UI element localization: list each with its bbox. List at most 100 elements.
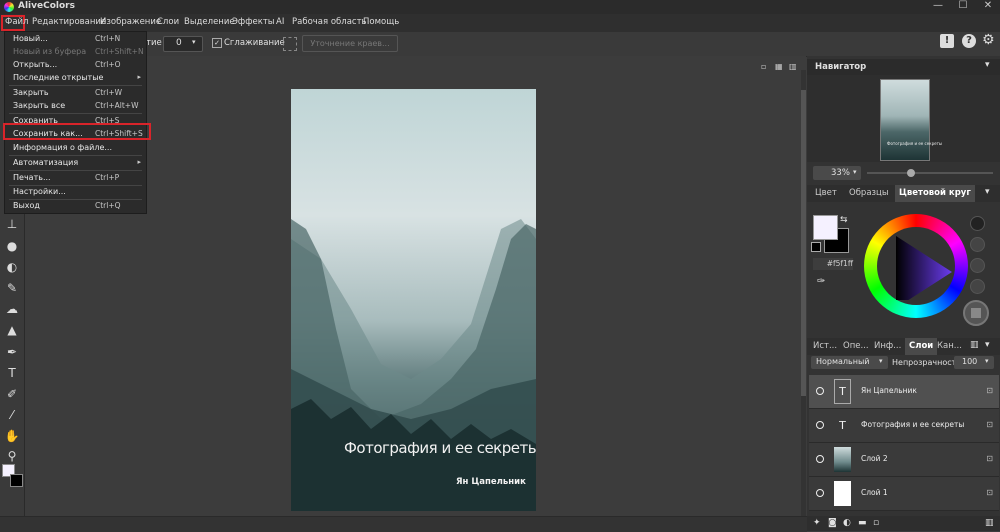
color-preview-button[interactable] xyxy=(963,300,989,326)
menu-item-file-info[interactable]: Информация о файле... xyxy=(5,142,146,155)
pen-tool-icon[interactable]: ✒ xyxy=(3,344,21,360)
chevron-down-icon[interactable]: ▾ xyxy=(985,340,990,350)
menu-workspace[interactable]: Рабочая область xyxy=(292,17,367,27)
scrollbar-thumb[interactable] xyxy=(801,90,806,396)
help-icon[interactable]: ? xyxy=(962,34,976,48)
menu-ai[interactable]: AI xyxy=(276,17,284,27)
menu-edit[interactable]: Редактирование xyxy=(32,17,106,27)
options-bar: тие 0 ▾ ✓ Сглаживание Уточнение краев...… xyxy=(0,32,1000,57)
menu-select[interactable]: Выделение xyxy=(184,17,235,27)
visibility-eye-icon[interactable] xyxy=(816,489,824,497)
feedback-icon[interactable]: ! xyxy=(940,34,954,48)
menu-help[interactable]: Помощь xyxy=(363,17,399,27)
stamp-tool-icon[interactable]: ⊥ xyxy=(3,216,21,232)
grid-view-icon[interactable]: ▦ xyxy=(775,62,783,71)
menu-item-exit[interactable]: Выход Ctrl+Q xyxy=(5,200,146,213)
visibility-eye-icon[interactable] xyxy=(816,455,824,463)
layer-row[interactable]: T Ян Цапельник ⊡ xyxy=(809,375,999,409)
menu-file[interactable]: Файл xyxy=(5,17,28,27)
chevron-down-icon[interactable]: ▾ xyxy=(985,187,990,197)
wheel-mode-icon[interactable] xyxy=(970,258,985,273)
menu-layers[interactable]: Слои xyxy=(157,17,179,27)
menu-item-close[interactable]: Закрыть Ctrl+W xyxy=(5,87,146,100)
navigator-header: Навигатор ▾ xyxy=(807,59,1000,75)
path-tool-icon[interactable]: ✐ xyxy=(3,386,21,402)
zoom-select[interactable]: 33% ▾ xyxy=(813,166,861,180)
title-bar: AliveColors — ☐ ✕ xyxy=(0,0,1000,14)
menu-item-new[interactable]: Новый... Ctrl+N xyxy=(5,33,146,46)
blur-tool-icon[interactable]: ◐ xyxy=(3,259,21,275)
minimize-button[interactable]: — xyxy=(926,0,950,14)
tab-info[interactable]: Инф... xyxy=(870,338,905,355)
wheel-mode-icon[interactable] xyxy=(970,237,985,252)
tab-swatches[interactable]: Образцы xyxy=(845,185,893,202)
trash-icon[interactable]: ▥ xyxy=(985,518,994,528)
refine-edges-button[interactable]: Уточнение краев... xyxy=(302,35,398,52)
layer-row[interactable]: Слой 2 ⊡ xyxy=(809,443,999,477)
maximize-button[interactable]: ☐ xyxy=(951,0,975,14)
vertical-scrollbar[interactable] xyxy=(801,70,806,516)
foreground-color-swatch[interactable] xyxy=(813,215,838,240)
folder-icon[interactable]: ▬ xyxy=(858,518,867,528)
swap-colors-icon[interactable]: ⇆ xyxy=(840,215,848,225)
menu-item-settings[interactable]: Настройки... xyxy=(5,186,146,199)
wheel-mode-icon[interactable] xyxy=(970,279,985,294)
opacity-field[interactable]: 100 ▾ xyxy=(954,356,994,369)
adjustment-icon[interactable]: ◐ xyxy=(843,518,851,528)
menu-item-print[interactable]: Печать... Ctrl+P xyxy=(5,172,146,185)
menu-item-close-all[interactable]: Закрыть все Ctrl+Alt+W xyxy=(5,100,146,113)
lock-icon[interactable]: ⊡ xyxy=(986,386,993,395)
effects-icon[interactable]: ✦ xyxy=(813,518,821,528)
menu-item-open[interactable]: Открыть... Ctrl+O xyxy=(5,59,146,72)
text-tool-icon[interactable]: T xyxy=(3,365,21,381)
zoom-slider-handle[interactable] xyxy=(907,169,915,177)
opacity-label: Непрозрачность xyxy=(892,358,961,367)
menu-item-new-from-clipboard[interactable]: Новый из буфера Ctrl+Shift+N xyxy=(5,46,146,59)
wheel-mode-icon[interactable] xyxy=(970,216,985,231)
gear-icon[interactable]: ⚙ xyxy=(982,32,995,48)
blend-mode-select[interactable]: Нормальный ▾ xyxy=(811,356,888,369)
eyedropper-tool-icon[interactable]: ⁄ xyxy=(3,407,21,423)
tab-color[interactable]: Цвет xyxy=(811,185,841,202)
lock-icon[interactable]: ⊡ xyxy=(986,454,993,463)
tab-history[interactable]: Ист... xyxy=(809,338,841,355)
background-color-swatch[interactable] xyxy=(10,474,23,487)
zoom-tool-icon[interactable]: ⚲ xyxy=(3,448,21,464)
split-view-icon[interactable]: ▥ xyxy=(789,62,797,71)
color-triangle[interactable] xyxy=(884,232,952,300)
brush-tool-icon[interactable]: ✎ xyxy=(3,280,21,296)
close-button[interactable]: ✕ xyxy=(976,0,1000,14)
color-wheel[interactable] xyxy=(864,214,968,318)
eyedropper-icon[interactable]: ✑ xyxy=(817,276,825,287)
reset-colors-icon[interactable] xyxy=(811,242,821,252)
trash-icon[interactable]: ▥ xyxy=(970,340,979,350)
tab-color-wheel[interactable]: Цветовой круг xyxy=(895,185,975,202)
antialias-checkbox[interactable]: ✓ xyxy=(212,38,222,48)
fit-view-icon[interactable]: ▫ xyxy=(761,62,766,71)
tab-operations[interactable]: Опе... xyxy=(839,338,873,355)
smudge-tool-icon[interactable]: ☁ xyxy=(3,301,21,317)
fill-tool-icon[interactable]: ▲ xyxy=(3,322,21,338)
menu-effects[interactable]: Эффекты xyxy=(232,17,275,27)
selection-mode-icon[interactable] xyxy=(283,37,297,51)
lock-icon[interactable]: ⊡ xyxy=(986,488,993,497)
menu-image[interactable]: Изображение xyxy=(100,17,161,27)
hex-field[interactable]: #f5f1ff xyxy=(813,258,853,270)
chevron-down-icon[interactable]: ▾ xyxy=(985,60,990,70)
tab-channels[interactable]: Кан... xyxy=(933,338,966,355)
layer-row[interactable]: T Фотография и ее секреты ⊡ xyxy=(809,409,999,443)
visibility-eye-icon[interactable] xyxy=(816,421,824,429)
tolerance-select[interactable]: 0 ▾ xyxy=(163,36,203,52)
menu-item-automation[interactable]: Автоматизация ▸ xyxy=(5,157,146,170)
menu-item-recent[interactable]: Последние открытые ▸ xyxy=(5,72,146,85)
drop-tool-icon[interactable]: ● xyxy=(3,238,21,254)
navigator-thumbnail[interactable]: Фотография и ее секреты xyxy=(880,79,942,161)
lock-icon[interactable]: ⊡ xyxy=(986,420,993,429)
visibility-eye-icon[interactable] xyxy=(816,387,824,395)
hand-tool-icon[interactable]: ✋ xyxy=(3,428,21,444)
mask-icon[interactable]: ◙ xyxy=(828,518,837,528)
document-canvas[interactable]: Фотография и ее секреты Ян Цапельник xyxy=(291,89,536,511)
new-layer-icon[interactable]: ▫ xyxy=(873,518,879,528)
layer-row[interactable]: Слой 1 ⊡ xyxy=(809,477,999,511)
zoom-slider[interactable] xyxy=(867,169,993,177)
